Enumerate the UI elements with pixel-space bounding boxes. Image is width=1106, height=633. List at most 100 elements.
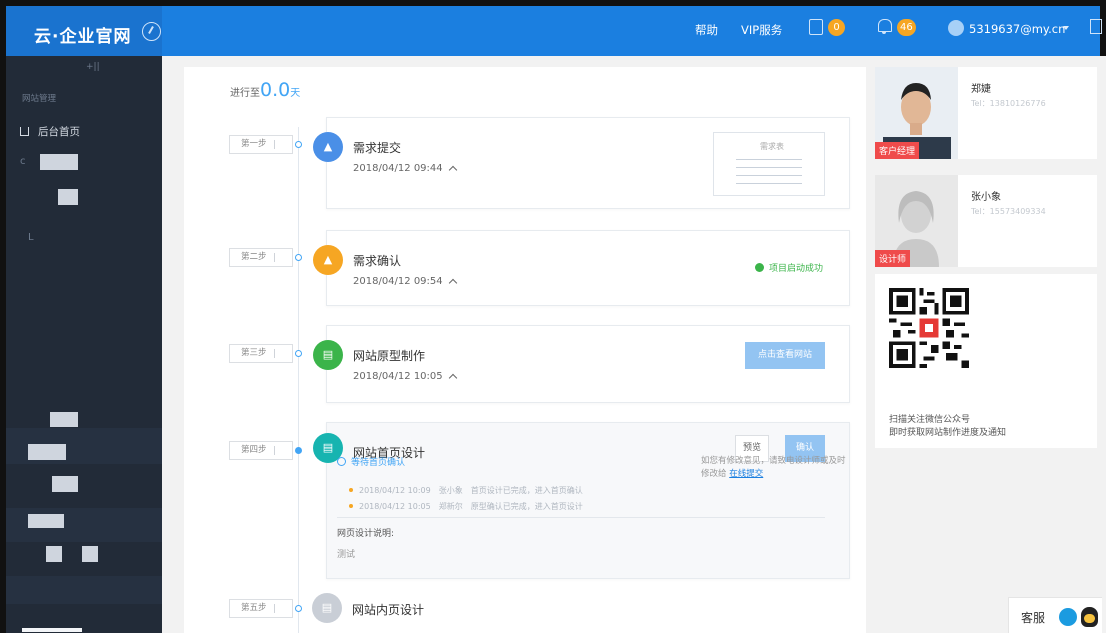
qr-code[interactable] bbox=[889, 286, 969, 370]
grid-icon[interactable] bbox=[1090, 19, 1102, 34]
log-bullet bbox=[349, 488, 353, 492]
sidebar-loading-icon: c bbox=[20, 156, 26, 167]
main-panel: 进行至0.0天 第一步 ▲ 需求提交 2018/04/12 09:44 需求表 … bbox=[184, 67, 866, 633]
help-link[interactable]: 帮助 bbox=[695, 22, 718, 38]
role-tag: 设计师 bbox=[875, 250, 911, 267]
chevron-down-icon[interactable] bbox=[1063, 26, 1069, 30]
step-label-4: 第四步 bbox=[229, 441, 293, 460]
sidebar-item-label: 后台首页 bbox=[38, 126, 80, 138]
sidebar-item-blurred[interactable] bbox=[82, 546, 98, 562]
user-avatar[interactable] bbox=[948, 20, 964, 36]
sidebar-item-blurred[interactable] bbox=[40, 154, 78, 170]
doc-line bbox=[736, 175, 802, 176]
progress-value: 0.0 bbox=[260, 79, 291, 101]
waiting-text: 等待首页确认 bbox=[351, 458, 406, 468]
log-time: 2018/04/12 10:05 bbox=[359, 502, 431, 511]
progress-indicator: 进行至0.0天 bbox=[230, 79, 300, 101]
step-title: 网站原型制作 bbox=[353, 349, 426, 363]
progress-unit: 天 bbox=[290, 88, 301, 99]
user-account[interactable]: 5319637@my.cn bbox=[969, 22, 1065, 36]
step-date[interactable]: 2018/04/12 10:05 bbox=[353, 371, 457, 383]
view-site-button[interactable]: 点击查看网站 bbox=[745, 342, 825, 369]
step-card-4[interactable]: ▤ 网站首页设计 预览 确认 等待首页确认 2018/04/12 10:09 张小… bbox=[313, 422, 851, 579]
step-card-2[interactable]: ▲ 需求确认 2018/04/12 09:54 项目启动成功 bbox=[313, 230, 850, 306]
role-tag: 客户经理 bbox=[875, 142, 920, 159]
step-label-3: 第三步 bbox=[229, 344, 293, 363]
design-description-value: 测试 bbox=[337, 550, 356, 560]
chat-bubble-icon[interactable] bbox=[1059, 608, 1077, 626]
staff-phone: Tel：13810126776 bbox=[971, 99, 1046, 108]
home-icon bbox=[20, 127, 29, 136]
customer-service-widget[interactable]: 客服 bbox=[1008, 597, 1102, 633]
sidebar-item-blurred[interactable] bbox=[28, 444, 66, 460]
step-date-text: 2018/04/12 10:05 bbox=[353, 371, 443, 382]
sidebar-marker: L bbox=[28, 232, 34, 243]
log-person: 郑新尔 bbox=[438, 502, 463, 511]
user-icon: ▲ bbox=[313, 132, 343, 162]
divider bbox=[337, 517, 825, 518]
sidebar-item-blurred[interactable] bbox=[58, 189, 78, 205]
doc-line bbox=[736, 159, 802, 160]
account-manager-card: 客户经理 郑婕 Tel：13810126776 bbox=[875, 67, 1097, 159]
sidebar-bottom-bar bbox=[22, 628, 82, 632]
qq-icon[interactable] bbox=[1081, 607, 1098, 627]
qr-line-2: 即时获取网站制作进度及通知 bbox=[889, 428, 1007, 438]
timeline-line bbox=[298, 127, 299, 633]
status-badge: 项目启动成功 bbox=[755, 261, 823, 274]
clipboard-badge: 0 bbox=[828, 19, 845, 36]
dashboard-icon[interactable] bbox=[142, 22, 161, 41]
step-dot-2 bbox=[295, 254, 302, 261]
waiting-status: 等待首页确认 bbox=[337, 455, 405, 468]
staff-name: 张小象 bbox=[971, 192, 1001, 203]
bell-icon[interactable] bbox=[877, 18, 892, 34]
log-text: 首页设计已完成，进入首页确认 bbox=[470, 486, 583, 495]
logo-area: 云·企业官网 bbox=[6, 6, 162, 56]
vip-service-link[interactable]: VIP服务 bbox=[741, 22, 782, 38]
sidebar-group bbox=[6, 576, 162, 604]
doc-title: 需求表 bbox=[760, 142, 784, 151]
online-submit-link[interactable]: 在线提交 bbox=[729, 469, 763, 479]
chevron-up-icon bbox=[448, 373, 457, 383]
qr-line-1: 扫描关注微信公众号 bbox=[889, 415, 971, 425]
status-text: 项目启动成功 bbox=[769, 264, 824, 274]
step-title: 需求提交 bbox=[353, 141, 402, 155]
step-dot-3 bbox=[295, 350, 302, 357]
step-date-text: 2018/04/12 09:44 bbox=[353, 163, 443, 174]
design-description-label: 网页设计说明: bbox=[337, 529, 395, 539]
clipboard-icon[interactable] bbox=[809, 19, 823, 35]
step-dot-4 bbox=[295, 447, 302, 454]
sidebar: +|| 网站管理 后台首页 c L bbox=[0, 56, 162, 633]
alerts-badge: 46 bbox=[897, 19, 916, 36]
log-text: 原型确认已完成，进入首页设计 bbox=[470, 502, 583, 511]
note-text: 如您有修改意见，请致电设计师或及时修改给 bbox=[701, 456, 846, 479]
wechat-qr-panel: 扫描关注微信公众号 即时获取网站制作进度及通知 bbox=[875, 274, 1097, 448]
sidebar-item-blurred[interactable] bbox=[28, 514, 64, 528]
step-card-3[interactable]: ▤ 网站原型制作 2018/04/12 10:05 点击查看网站 bbox=[313, 325, 850, 403]
chevron-up-icon bbox=[448, 165, 457, 175]
sidebar-item-blurred[interactable] bbox=[50, 412, 78, 427]
log-time: 2018/04/12 10:09 bbox=[359, 486, 431, 495]
logo[interactable]: 云·企业官网 bbox=[34, 22, 131, 47]
top-bar: 云·企业官网 帮助 VIP服务 0 46 5319637@my.cn bbox=[0, 0, 1106, 56]
step-dot-5 bbox=[295, 605, 302, 612]
step-dot-1 bbox=[295, 141, 302, 148]
step-5-icon: ▤ bbox=[312, 593, 342, 623]
sidebar-item-blurred[interactable] bbox=[46, 546, 62, 562]
sidebar-item-blurred[interactable] bbox=[52, 476, 78, 492]
step-label-1: 第一步 bbox=[229, 135, 293, 154]
step-date[interactable]: 2018/04/12 09:54 bbox=[353, 276, 457, 288]
doc-line bbox=[736, 167, 802, 168]
sidebar-collapse-icon[interactable]: +|| bbox=[86, 62, 100, 72]
clock-icon bbox=[337, 457, 346, 466]
layout-icon: ▤ bbox=[313, 340, 343, 370]
doc-line bbox=[736, 183, 802, 184]
modification-note: 如您有修改意见，请致电设计师或及时修改给 在线提交 bbox=[701, 455, 851, 481]
log-bullet bbox=[349, 504, 353, 508]
step-card-1[interactable]: ▲ 需求提交 2018/04/12 09:44 需求表 bbox=[313, 117, 850, 209]
sidebar-item-home[interactable]: 后台首页 bbox=[20, 124, 80, 139]
designer-card: 设计师 张小象 Tel：15573409334 bbox=[875, 175, 1097, 267]
requirement-doc-thumbnail[interactable]: 需求表 bbox=[713, 132, 825, 196]
step-date[interactable]: 2018/04/12 09:44 bbox=[353, 163, 457, 175]
log-person: 张小象 bbox=[438, 486, 463, 495]
qr-caption: 扫描关注微信公众号 即时获取网站制作进度及通知 bbox=[889, 414, 1006, 440]
